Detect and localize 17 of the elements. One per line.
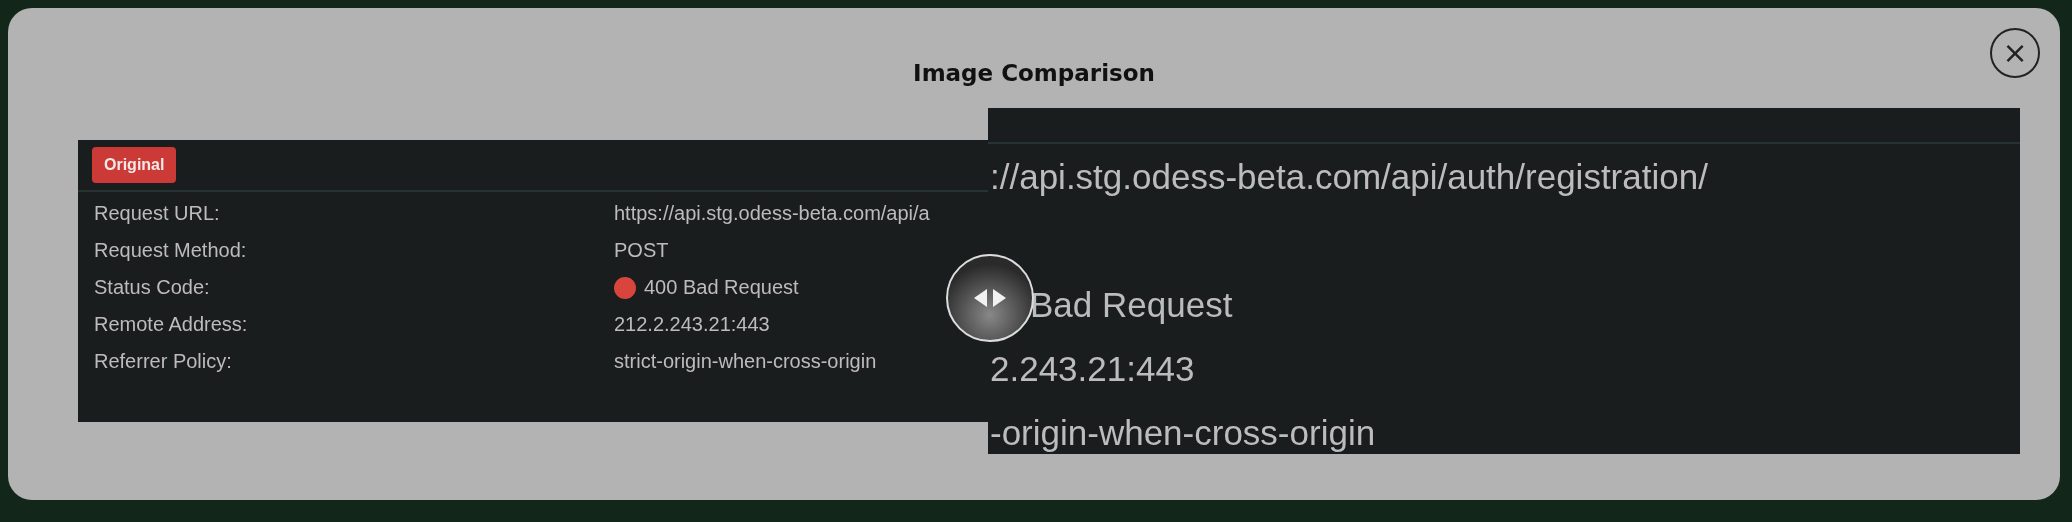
field-value: 212.2.243.21:443 — [614, 313, 771, 336]
field-value: strict-origin-when-cross-origin — [614, 350, 878, 373]
field-value: https://api.stg.odess-beta.com/api/a — [614, 202, 931, 225]
zoomed-text: 2.243.21:443 — [990, 348, 1196, 390]
field-value: POST — [614, 239, 670, 262]
field-value: 400 Bad Request — [644, 276, 799, 299]
zoomed-text: -origin-when-cross-origin — [990, 412, 1377, 454]
zoomed-text: Bad Request — [1029, 284, 1234, 326]
field-label: Status Code: — [94, 276, 211, 299]
field-label: Referrer Policy: — [94, 350, 233, 373]
original-badge: Original — [92, 147, 177, 183]
field-label: Request Method: — [94, 239, 248, 262]
field-label: Request URL: — [94, 202, 221, 225]
zoomed-text: ://api.stg.odess-beta.com/api/auth/registration/ — [990, 156, 1709, 198]
field-label: Remote Address: — [94, 313, 249, 336]
dialog-title: Image Comparison — [913, 60, 1155, 86]
close-button[interactable]: × — [1990, 28, 2040, 78]
